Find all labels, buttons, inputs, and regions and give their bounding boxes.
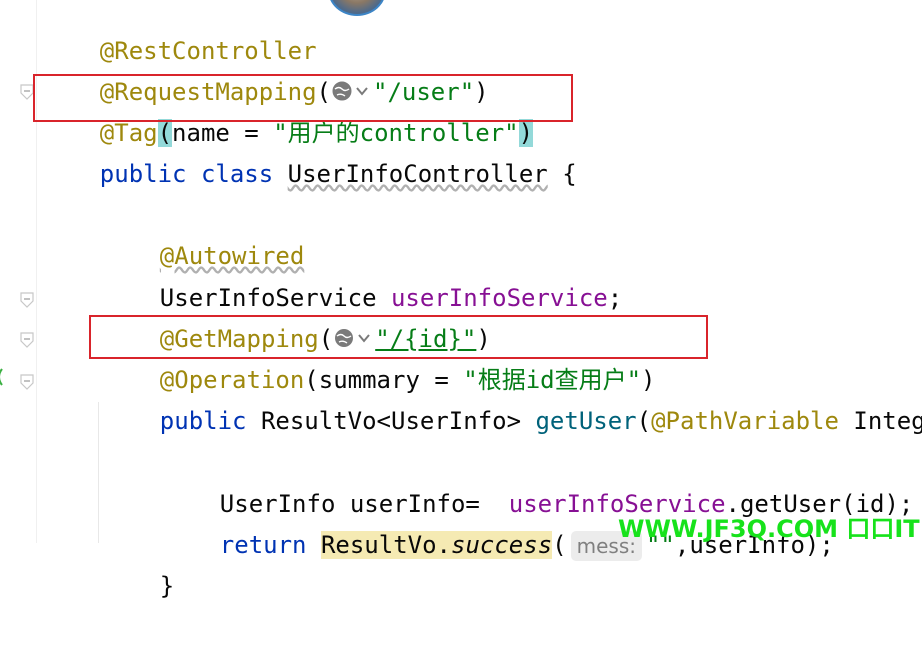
- brace: {: [547, 160, 577, 188]
- class-name: ResultVo: [320, 531, 437, 559]
- code-line: @RequestMapping("/user"): [42, 32, 489, 106]
- semicolon: ;: [607, 284, 623, 312]
- code-line: @RestController: [42, 0, 317, 65]
- highlight-box: [89, 315, 708, 359]
- keyword: class: [200, 160, 274, 188]
- paren: (: [636, 407, 652, 435]
- class-reference: ResultVo.success: [320, 531, 553, 559]
- method-name: success: [451, 531, 553, 559]
- watermark: WWW.JF3Q.COM 口口IT: [618, 515, 920, 543]
- brace: }: [159, 572, 175, 600]
- class-name: UserInfoController: [287, 160, 548, 188]
- code-line: @Autowired: [102, 196, 305, 270]
- code-line: @GetMapping("/{id}"): [102, 279, 491, 353]
- keyword: return: [219, 531, 307, 559]
- method-name: getUser: [535, 407, 637, 435]
- code-line: }: [102, 526, 174, 600]
- code-text: ResultVo<UserInfo>: [246, 407, 536, 435]
- code-text: Integer: [853, 407, 922, 435]
- highlight-box: [33, 74, 573, 122]
- paren: (: [552, 531, 567, 559]
- code-line: public ResultVo<UserInfo> getUser(@PathV…: [102, 361, 922, 435]
- keyword: public: [99, 160, 187, 188]
- code-line: UserInfoService userInfoService;: [102, 238, 622, 312]
- dot: .: [436, 531, 451, 559]
- keyword: public: [159, 407, 247, 435]
- annotation-token: @PathVariable: [651, 407, 839, 435]
- code-line: UserInfo userInfo= userInfoService.getUs…: [162, 444, 914, 518]
